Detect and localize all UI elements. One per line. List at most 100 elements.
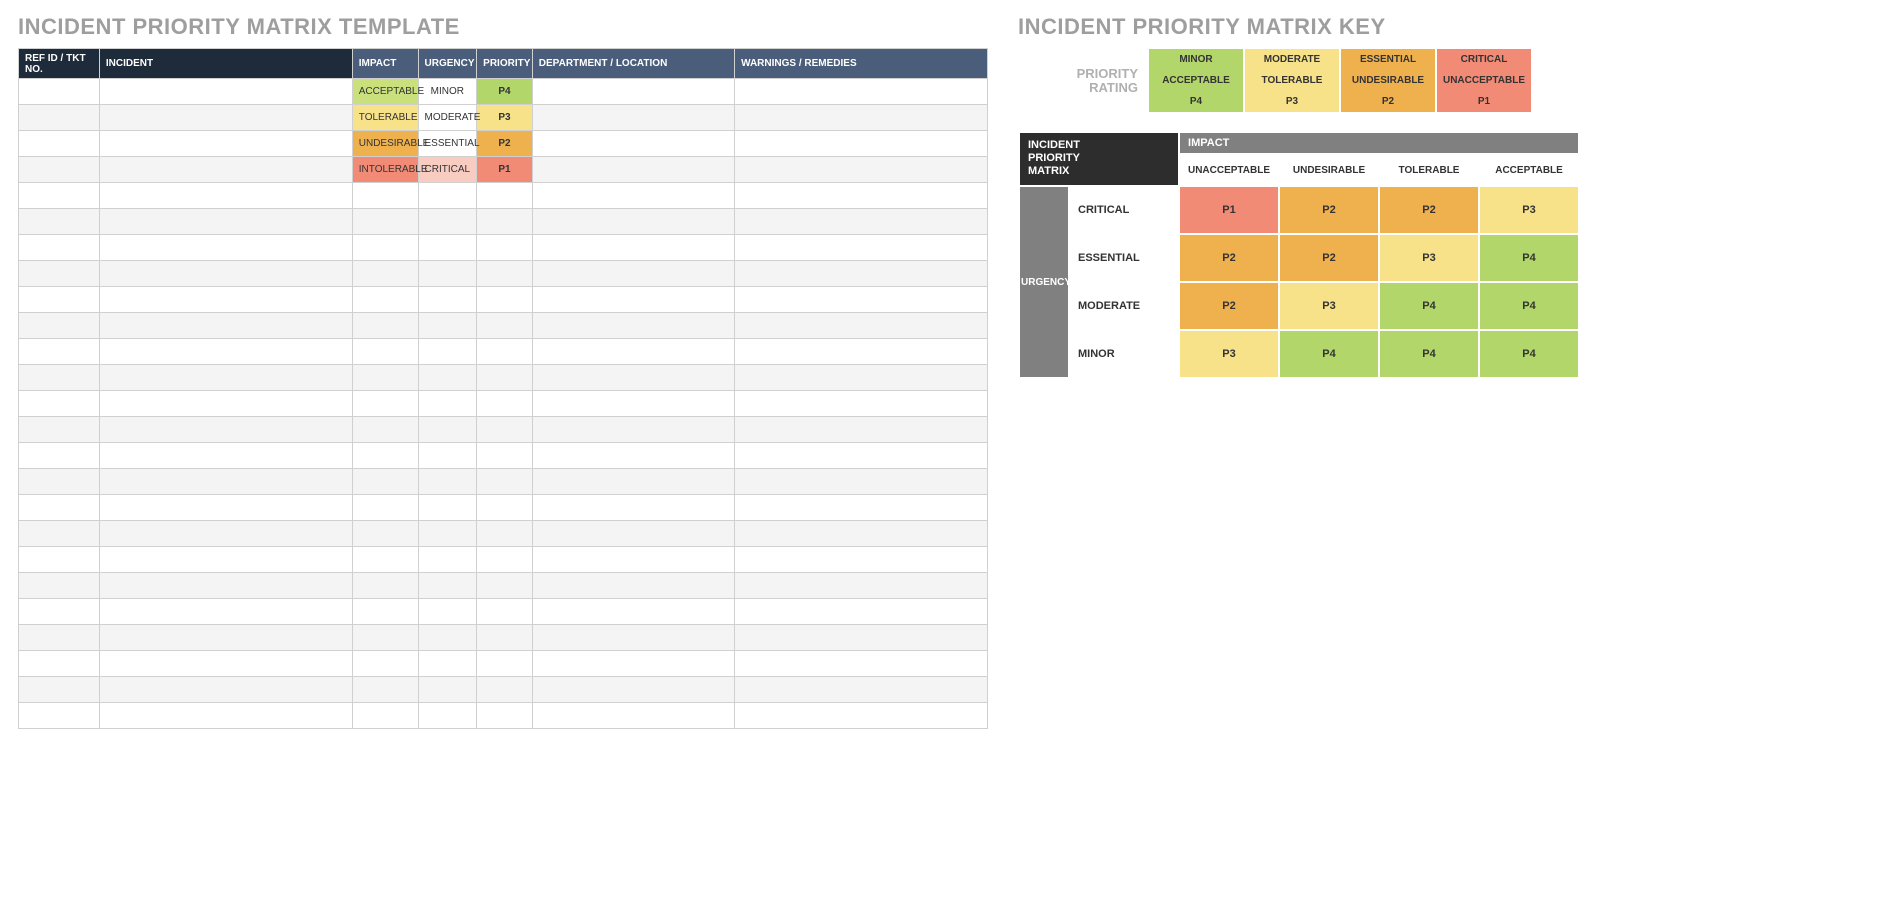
empty-cell[interactable]	[735, 391, 988, 417]
empty-cell[interactable]	[19, 677, 100, 703]
empty-cell[interactable]	[735, 235, 988, 261]
empty-cell[interactable]	[418, 573, 477, 599]
empty-cell[interactable]	[99, 391, 352, 417]
empty-cell[interactable]	[99, 625, 352, 651]
empty-cell[interactable]	[477, 443, 533, 469]
empty-cell[interactable]	[532, 313, 734, 339]
cell-urgency[interactable]: CRITICAL	[418, 157, 477, 183]
cell-impact[interactable]: UNDESIRABLE	[352, 131, 418, 157]
empty-cell[interactable]	[19, 703, 100, 729]
empty-cell[interactable]	[735, 287, 988, 313]
empty-cell[interactable]	[532, 417, 734, 443]
table-row[interactable]	[19, 599, 988, 625]
empty-cell[interactable]	[99, 573, 352, 599]
empty-cell[interactable]	[99, 703, 352, 729]
empty-cell[interactable]	[477, 573, 533, 599]
table-row[interactable]	[19, 703, 988, 729]
cell-incident[interactable]	[99, 79, 352, 105]
empty-cell[interactable]	[735, 677, 988, 703]
empty-cell[interactable]	[352, 677, 418, 703]
table-row[interactable]	[19, 365, 988, 391]
empty-cell[interactable]	[477, 313, 533, 339]
empty-cell[interactable]	[477, 183, 533, 209]
empty-cell[interactable]	[532, 547, 734, 573]
empty-cell[interactable]	[99, 417, 352, 443]
empty-cell[interactable]	[19, 209, 100, 235]
cell-incident[interactable]	[99, 157, 352, 183]
empty-cell[interactable]	[99, 495, 352, 521]
table-row[interactable]	[19, 443, 988, 469]
empty-cell[interactable]	[99, 209, 352, 235]
empty-cell[interactable]	[99, 261, 352, 287]
empty-cell[interactable]	[418, 183, 477, 209]
empty-cell[interactable]	[532, 703, 734, 729]
table-row[interactable]: UNDESIRABLEESSENTIALP2	[19, 131, 988, 157]
empty-cell[interactable]	[418, 261, 477, 287]
table-row[interactable]: TOLERABLEMODERATEP3	[19, 105, 988, 131]
empty-cell[interactable]	[735, 261, 988, 287]
empty-cell[interactable]	[99, 547, 352, 573]
table-row[interactable]	[19, 417, 988, 443]
empty-cell[interactable]	[532, 183, 734, 209]
empty-cell[interactable]	[477, 495, 533, 521]
empty-cell[interactable]	[735, 183, 988, 209]
empty-cell[interactable]	[477, 365, 533, 391]
table-row[interactable]	[19, 235, 988, 261]
table-row[interactable]	[19, 339, 988, 365]
empty-cell[interactable]	[735, 209, 988, 235]
empty-cell[interactable]	[735, 365, 988, 391]
empty-cell[interactable]	[99, 677, 352, 703]
cell-warn[interactable]	[735, 131, 988, 157]
cell-warn[interactable]	[735, 79, 988, 105]
empty-cell[interactable]	[735, 703, 988, 729]
empty-cell[interactable]	[477, 651, 533, 677]
empty-cell[interactable]	[532, 443, 734, 469]
empty-cell[interactable]	[352, 365, 418, 391]
empty-cell[interactable]	[418, 209, 477, 235]
empty-cell[interactable]	[735, 469, 988, 495]
empty-cell[interactable]	[19, 287, 100, 313]
table-row[interactable]	[19, 261, 988, 287]
empty-cell[interactable]	[352, 313, 418, 339]
empty-cell[interactable]	[477, 703, 533, 729]
empty-cell[interactable]	[19, 573, 100, 599]
table-row[interactable]: INTOLERABLECRITICALP1	[19, 157, 988, 183]
cell-urgency[interactable]: MODERATE	[418, 105, 477, 131]
empty-cell[interactable]	[477, 209, 533, 235]
cell-priority[interactable]: P2	[477, 131, 533, 157]
cell-dept[interactable]	[532, 131, 734, 157]
table-row[interactable]: ACCEPTABLEMINORP4	[19, 79, 988, 105]
empty-cell[interactable]	[477, 261, 533, 287]
empty-cell[interactable]	[418, 651, 477, 677]
empty-cell[interactable]	[19, 599, 100, 625]
empty-cell[interactable]	[352, 209, 418, 235]
empty-cell[interactable]	[735, 625, 988, 651]
table-row[interactable]	[19, 469, 988, 495]
empty-cell[interactable]	[19, 417, 100, 443]
empty-cell[interactable]	[418, 521, 477, 547]
empty-cell[interactable]	[735, 573, 988, 599]
empty-cell[interactable]	[19, 651, 100, 677]
empty-cell[interactable]	[352, 235, 418, 261]
empty-cell[interactable]	[532, 365, 734, 391]
empty-cell[interactable]	[352, 495, 418, 521]
empty-cell[interactable]	[418, 287, 477, 313]
table-row[interactable]	[19, 573, 988, 599]
table-row[interactable]	[19, 287, 988, 313]
cell-ref[interactable]	[19, 157, 100, 183]
cell-urgency[interactable]: ESSENTIAL	[418, 131, 477, 157]
empty-cell[interactable]	[735, 651, 988, 677]
empty-cell[interactable]	[735, 339, 988, 365]
cell-incident[interactable]	[99, 131, 352, 157]
empty-cell[interactable]	[477, 599, 533, 625]
empty-cell[interactable]	[99, 339, 352, 365]
empty-cell[interactable]	[19, 313, 100, 339]
empty-cell[interactable]	[352, 573, 418, 599]
cell-incident[interactable]	[99, 105, 352, 131]
table-row[interactable]	[19, 391, 988, 417]
empty-cell[interactable]	[418, 365, 477, 391]
cell-dept[interactable]	[532, 79, 734, 105]
empty-cell[interactable]	[532, 677, 734, 703]
cell-warn[interactable]	[735, 105, 988, 131]
empty-cell[interactable]	[418, 599, 477, 625]
